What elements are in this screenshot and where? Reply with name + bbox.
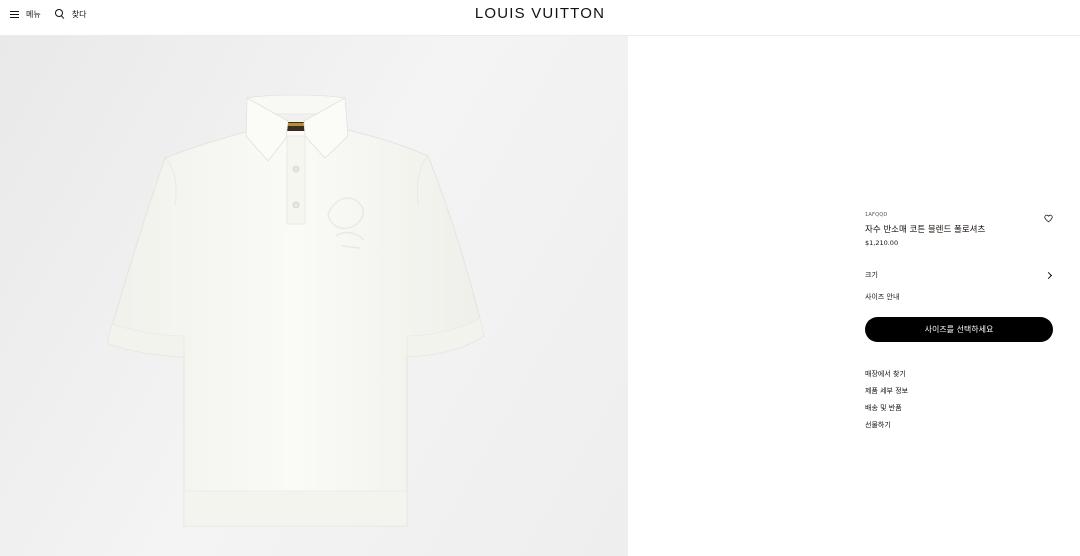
product-sku: 1AFQQD	[865, 212, 888, 218]
site-header: 메뉴 찾다 LOUIS VUITTON	[0, 0, 1080, 36]
brand-logo[interactable]: LOUIS VUITTON	[0, 5, 1080, 22]
product-info-panel: 1AFQQD 자수 반소매 코튼 블렌드 폴로셔츠 $1,210.00 크기 사…	[865, 212, 1053, 429]
gift-link[interactable]: 선물하기	[865, 420, 908, 437]
polo-shirt-illustration	[106, 94, 485, 527]
product-price: $1,210.00	[865, 239, 899, 247]
product-image[interactable]	[0, 36, 628, 556]
size-selector[interactable]: 크기	[865, 270, 1053, 280]
shipping-returns-link[interactable]: 배송 및 반품	[865, 403, 908, 420]
chevron-right-icon	[1044, 271, 1053, 279]
product-links: 매장에서 찾기 제품 세부 정보 배송 및 반품 선물하기	[865, 369, 908, 437]
select-size-button[interactable]: 사이즈를 선택하세요	[865, 317, 1053, 342]
find-in-store-link[interactable]: 매장에서 찾기	[865, 369, 908, 386]
wishlist-heart-icon[interactable]	[1044, 214, 1053, 223]
product-details-link[interactable]: 제품 세부 정보	[865, 386, 908, 403]
product-title: 자수 반소매 코튼 블렌드 폴로셔츠	[865, 225, 986, 235]
size-label: 크기	[865, 271, 878, 279]
size-guide-link[interactable]: 사이즈 안내	[865, 292, 899, 302]
